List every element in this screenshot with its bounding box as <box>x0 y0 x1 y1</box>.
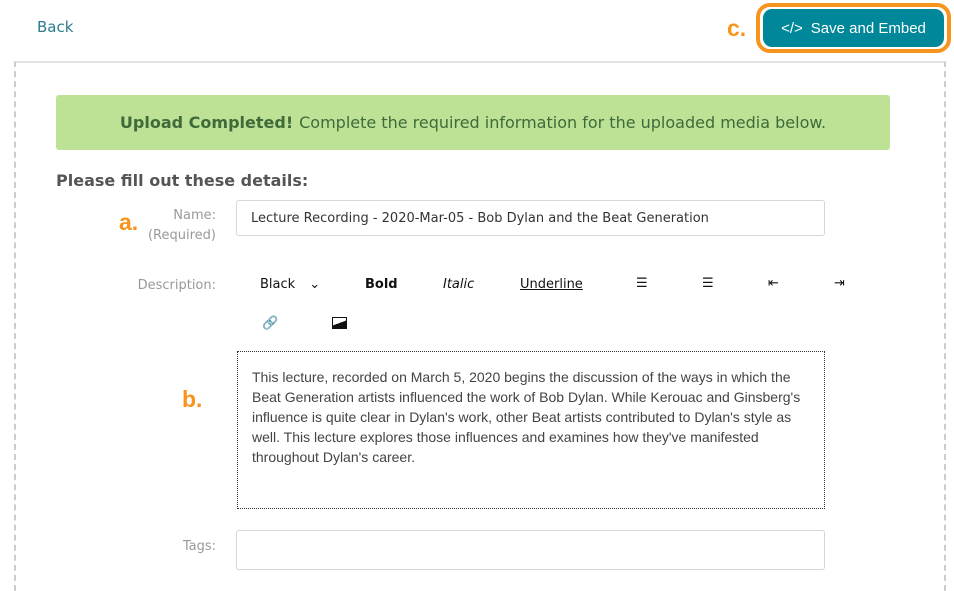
tags-label: Tags: <box>182 539 216 554</box>
banner-strong: Upload Completed! <box>119 113 294 132</box>
name-label: Name: (Required) <box>56 206 216 246</box>
outdent-icon[interactable]: ⇤ <box>768 276 779 291</box>
underline-button[interactable]: Underline <box>520 277 583 292</box>
color-value: Black <box>260 277 296 292</box>
bold-button[interactable]: Bold <box>365 277 398 292</box>
numbered-list-icon[interactable]: ☰ <box>702 276 714 291</box>
bullet-list-icon[interactable]: ☰ <box>636 276 648 291</box>
name-label-text: Name: <box>173 208 216 223</box>
code-icon: </> <box>781 19 803 37</box>
description-line: well. This lecture explores those influe… <box>252 429 759 445</box>
description-editor[interactable]: This lecture, recorded on March 5, 2020 … <box>237 351 825 509</box>
tags-input[interactable] <box>236 530 825 570</box>
required-label: (Required) <box>147 228 216 243</box>
annotation-c: c. <box>727 15 747 41</box>
link-icon[interactable]: 🔗 <box>262 316 278 331</box>
image-icon[interactable] <box>332 317 347 329</box>
description-line: influence is quite clear in Dylan's work… <box>252 409 792 425</box>
description-line: Beat Generation artists influenced the w… <box>252 389 801 405</box>
indent-icon[interactable]: ⇥ <box>834 276 845 291</box>
back-link[interactable]: Back <box>37 18 73 36</box>
upload-success-banner: Upload Completed! Complete the required … <box>56 95 890 150</box>
italic-button[interactable]: Italic <box>443 277 474 292</box>
description-line: throughout Dylan's career. <box>252 449 415 465</box>
save-label: Save and Embed <box>810 19 926 37</box>
description-line: This lecture, recorded on March 5, 2020 … <box>252 369 791 385</box>
banner-text: Complete the required information for th… <box>299 113 827 132</box>
description-label: Description: <box>137 278 216 293</box>
chevron-down-icon: ⌄ <box>309 277 321 292</box>
color-select[interactable]: Black ⌄ <box>260 277 320 292</box>
annotation-b: b. <box>182 386 203 412</box>
form-heading: Please fill out these details: <box>56 171 309 190</box>
name-input[interactable]: Lecture Recording - 2020-Mar-05 - Bob Dy… <box>236 200 825 236</box>
save-and-embed-button[interactable]: </> Save and Embed <box>763 9 944 47</box>
